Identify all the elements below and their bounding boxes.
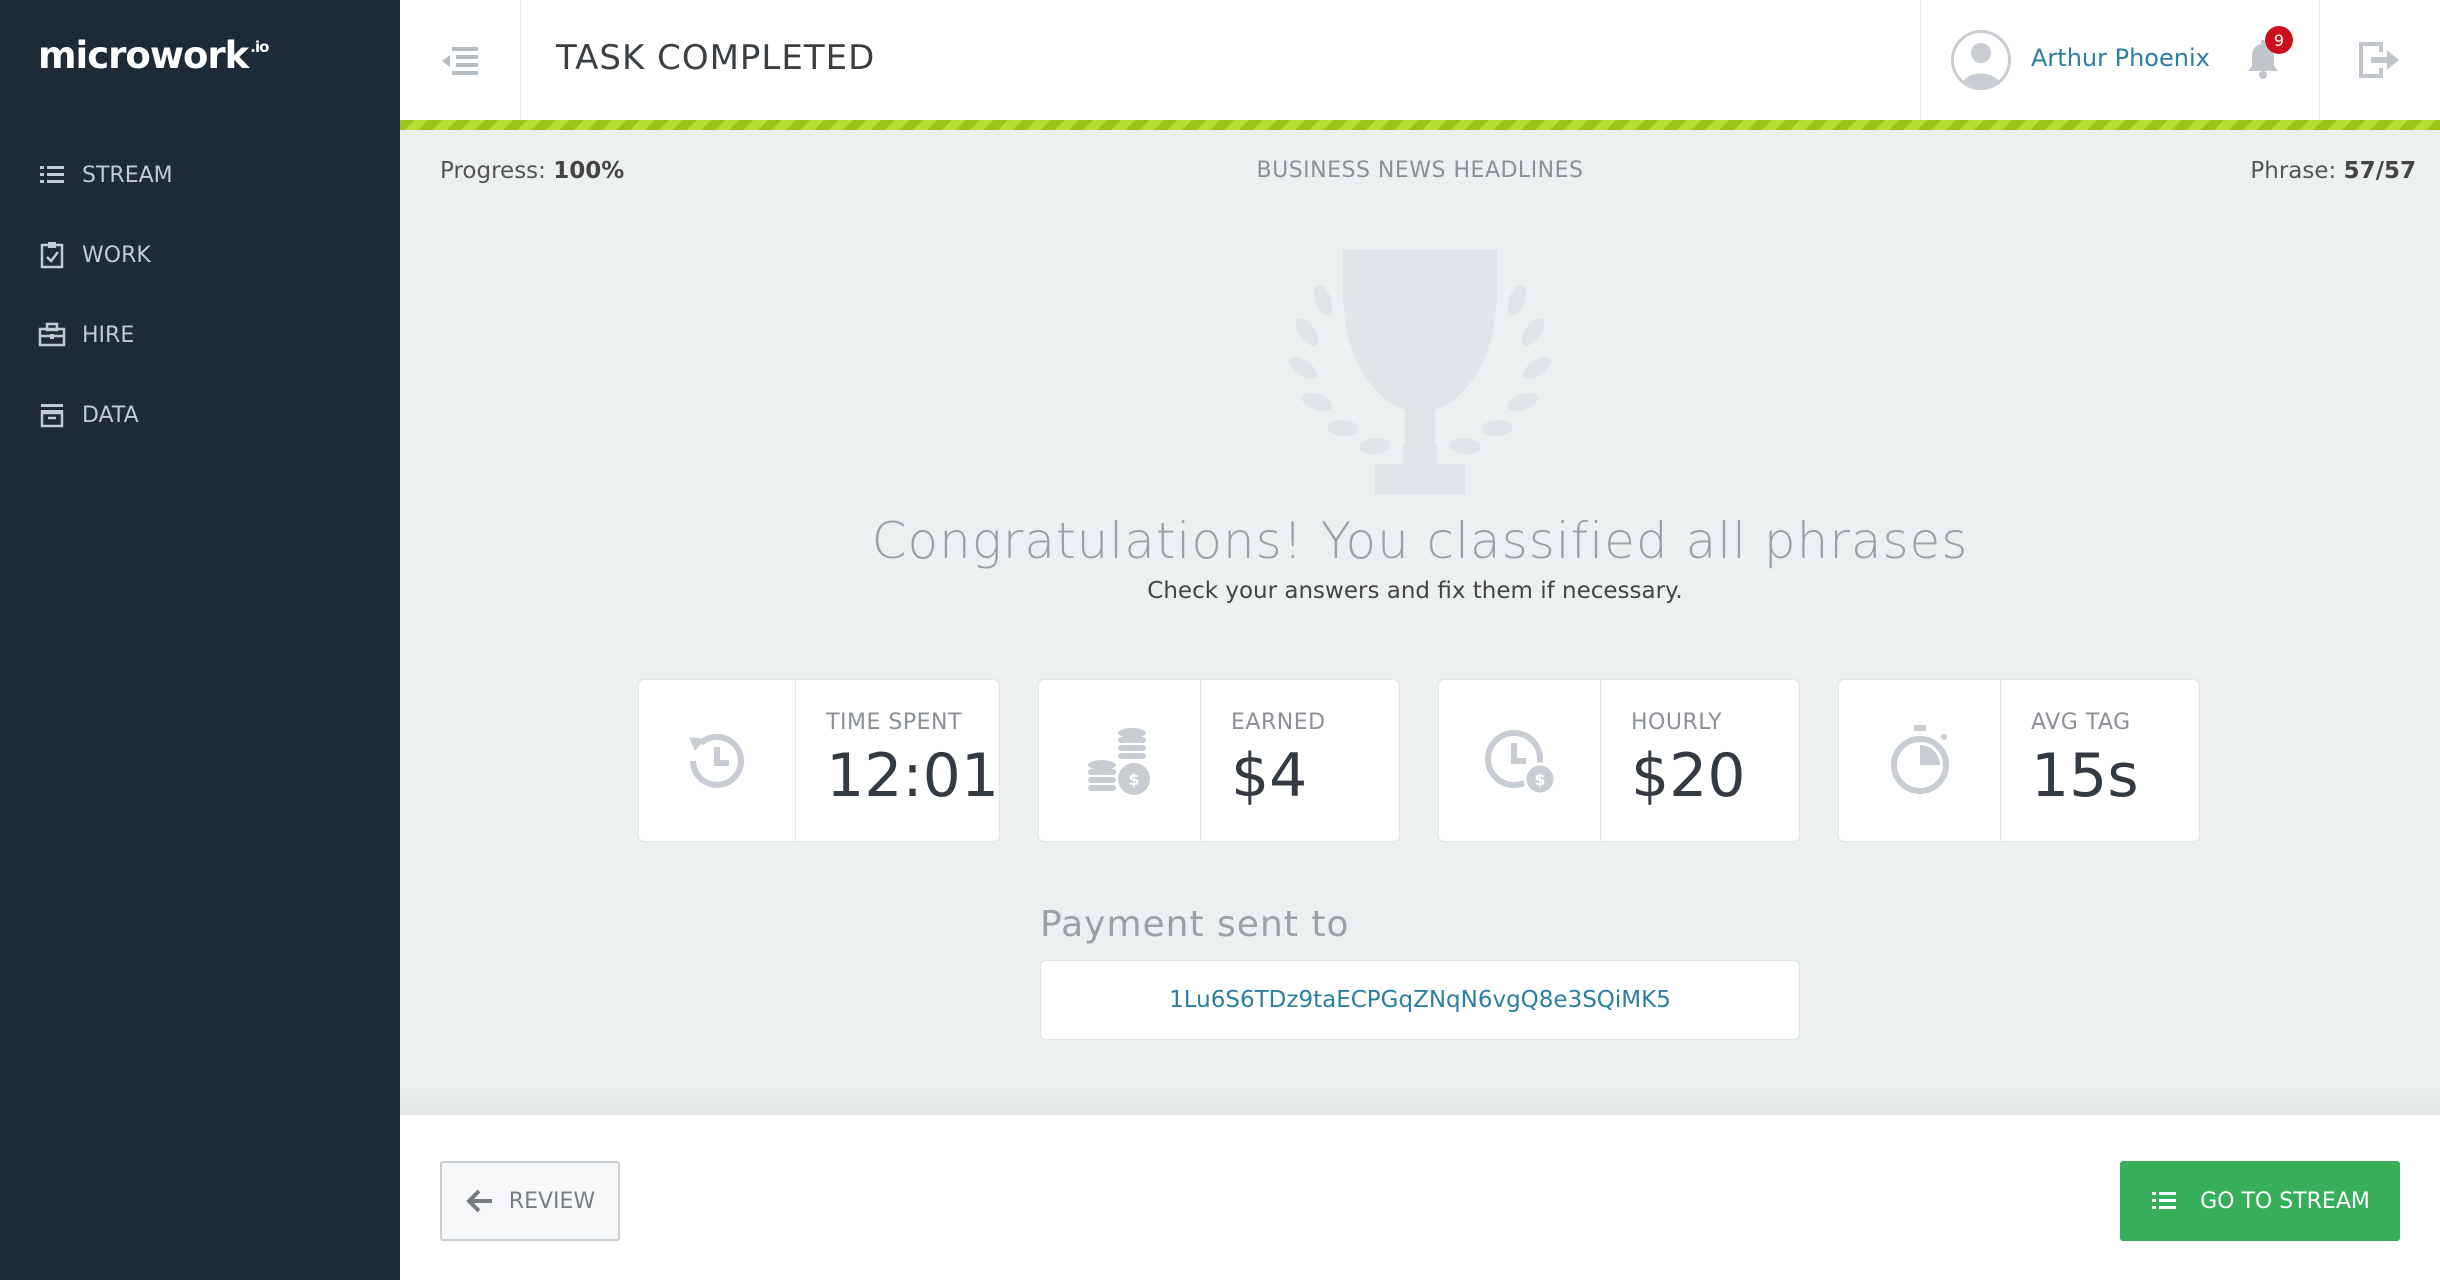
payment-address[interactable]: 1Lu6S6TDz9taECPGqZNqN6vgQ8e3SQiMK5 — [1169, 987, 1671, 1013]
review-button[interactable]: REVIEW — [440, 1161, 620, 1241]
payment-address-field[interactable]: 1Lu6S6TDz9taECPGqZNqN6vgQ8e3SQiMK5 — [1040, 960, 1800, 1040]
avatar[interactable] — [1951, 30, 2011, 90]
notification-count-badge: 9 — [2265, 26, 2293, 54]
phrase-counter: Phrase: 57/57 — [2250, 158, 2416, 184]
stat-value: 15s — [2031, 741, 2139, 811]
phrase-label: Phrase: — [2250, 158, 2337, 184]
menu-collapse-icon — [442, 47, 478, 75]
phrase-value: 57/57 — [2343, 158, 2416, 184]
top-header: TASK COMPLETED Arthur Phoenix 9 — [400, 0, 2440, 120]
list-icon — [2152, 1192, 2177, 1209]
sidebar-item-hire[interactable]: HIRE — [0, 295, 400, 375]
sidebar-item-work[interactable]: WORK — [0, 215, 400, 295]
completion-subtext: Check your answers and fix them if neces… — [1147, 578, 1683, 604]
list-icon — [40, 166, 64, 183]
user-icon — [1961, 43, 2001, 87]
arrow-left-icon — [465, 1189, 492, 1213]
task-name: BUSINESS NEWS HEADLINES — [1256, 158, 1584, 183]
coins-icon: $ — [1087, 727, 1150, 795]
footer-shadow — [400, 1085, 2440, 1115]
completion-headline: Congratulations! You classified all phra… — [871, 512, 1969, 570]
user-menu[interactable]: Arthur Phoenix 9 — [1920, 0, 2320, 120]
sidebar-item-label: HIRE — [82, 322, 135, 348]
progress-label: Progress: — [440, 158, 546, 184]
payment-label: Payment sent to — [1040, 904, 1350, 945]
sidebar: microwork .io STREAM WORK HIRE DATA — [0, 0, 400, 1280]
progress-value: 100% — [553, 158, 625, 184]
archive-icon — [40, 404, 64, 428]
sidebar-item-data[interactable]: DATA — [0, 375, 400, 455]
briefcase-icon — [38, 322, 66, 347]
progress-indicator: Progress: 100% — [440, 158, 624, 184]
clock-dollar-icon: $ — [1484, 729, 1556, 795]
sidebar-nav: STREAM WORK HIRE DATA — [0, 135, 400, 455]
logo-text: microwork — [38, 34, 249, 77]
sidebar-item-label: DATA — [82, 402, 139, 428]
history-clock-icon — [689, 733, 744, 788]
stat-card-time-spent: TIME SPENT 12:01 — [638, 679, 1000, 842]
stat-value: $20 — [1631, 741, 1746, 811]
sidebar-item-label: WORK — [82, 242, 151, 268]
stat-value: 12:01 — [826, 741, 999, 811]
stat-icon-box — [639, 680, 797, 841]
logout-icon[interactable] — [2355, 38, 2401, 82]
stat-icon-box: $ — [1039, 680, 1201, 841]
stat-label: AVG TAG — [2031, 710, 2131, 735]
stat-card-earned: $ EARNED $4 — [1038, 679, 1400, 842]
stat-card-avg-tag: AVG TAG 15s — [1838, 679, 2200, 842]
progress-bar — [400, 120, 2440, 130]
clipboard-check-icon — [40, 242, 64, 269]
stat-icon-box — [1839, 680, 2001, 841]
stat-card-hourly: $ HOURLY $20 — [1438, 679, 1800, 842]
sidebar-item-stream[interactable]: STREAM — [0, 135, 400, 215]
app-logo[interactable]: microwork .io — [38, 34, 269, 77]
logo-suffix: .io — [250, 38, 269, 56]
stats-row: TIME SPENT 12:01 $ EARNED $4 $ HOURLY $2… — [638, 679, 2201, 842]
review-button-label: REVIEW — [508, 1188, 596, 1214]
svg-text:$: $ — [1534, 770, 1545, 789]
go-to-stream-button[interactable]: GO TO STREAM — [2120, 1161, 2400, 1241]
sidebar-item-label: STREAM — [82, 162, 173, 188]
footer-bar: REVIEW GO TO STREAM — [400, 1115, 2440, 1280]
stat-label: EARNED — [1231, 710, 1326, 735]
user-name-link[interactable]: Arthur Phoenix — [2031, 44, 2210, 72]
svg-text:$: $ — [1128, 770, 1139, 789]
trophy-icon — [1289, 250, 1551, 494]
page-title: TASK COMPLETED — [556, 38, 876, 78]
stat-icon-box: $ — [1439, 680, 1601, 841]
stopwatch-icon — [1890, 724, 1949, 794]
stat-value: $4 — [1231, 741, 1308, 811]
menu-toggle-button[interactable] — [400, 0, 521, 120]
stat-label: TIME SPENT — [826, 710, 962, 735]
go-to-stream-label: GO TO STREAM — [2200, 1188, 2370, 1214]
stat-label: HOURLY — [1631, 710, 1723, 735]
